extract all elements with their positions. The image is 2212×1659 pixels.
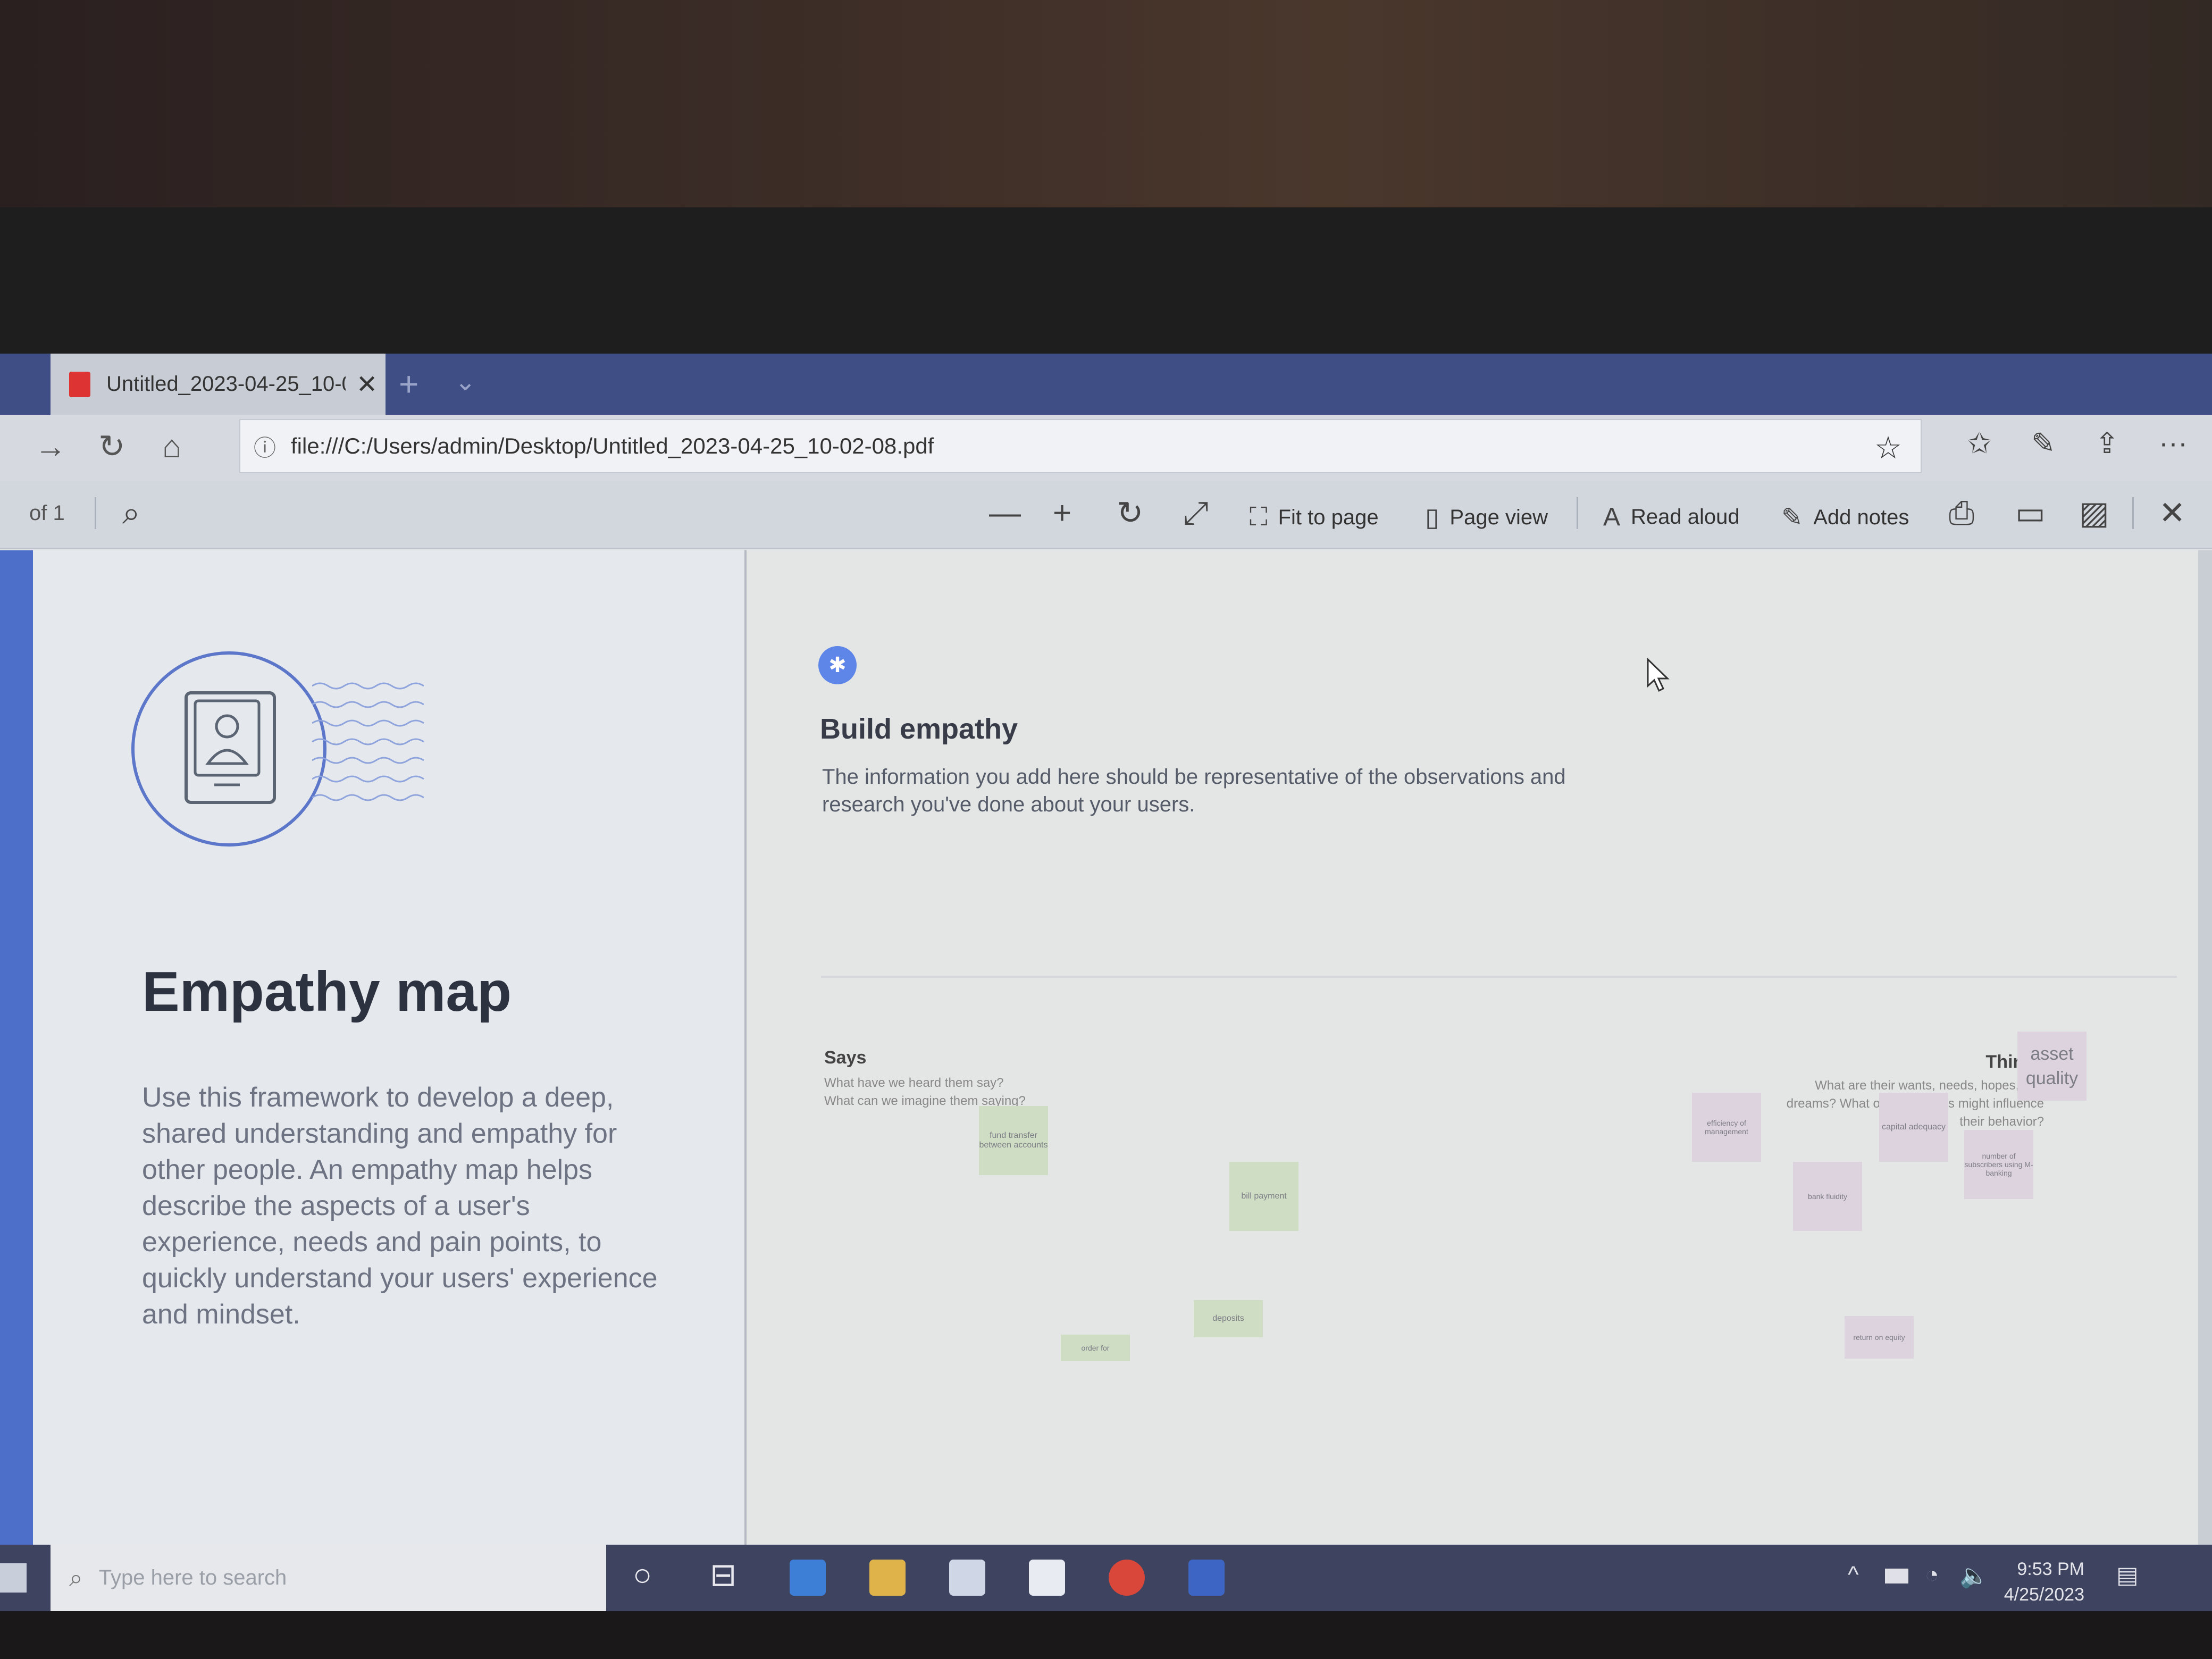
file-explorer-icon[interactable] — [869, 1560, 906, 1596]
chrome-icon[interactable] — [1109, 1560, 1145, 1596]
edge-browser-icon[interactable] — [790, 1560, 826, 1596]
sticky-note[interactable]: bill payment — [1229, 1162, 1298, 1231]
clock-date: 4/25/2023 — [2004, 1585, 2084, 1605]
sticky-note[interactable]: bank fluidity — [1793, 1162, 1862, 1231]
clock-time: 9:53 PM — [2017, 1559, 2084, 1579]
cortana-icon[interactable]: ○ — [633, 1556, 652, 1593]
toolbar-divider — [1577, 497, 1578, 529]
sticky-note[interactable]: efficiency of management — [1692, 1093, 1761, 1162]
notification-icon[interactable]: ▤ — [2116, 1562, 2139, 1589]
zoom-in-icon[interactable]: + — [1053, 495, 1071, 531]
page-count: of 1 — [29, 501, 65, 525]
home-icon[interactable]: ⌂ — [162, 428, 181, 465]
pdf-content: Empathy map Use this framework to develo… — [0, 550, 2212, 1545]
fit-to-page-button[interactable]: ⛶ Fit to page — [1250, 502, 1379, 532]
fit-icon: ⛶ — [1250, 503, 1268, 531]
store-icon[interactable] — [949, 1560, 985, 1596]
save-as-icon[interactable]: ▨ — [2079, 495, 2109, 532]
new-tab-icon[interactable]: + — [399, 364, 418, 404]
favorites-icon[interactable]: ✩ — [1967, 426, 1991, 460]
sticky-note[interactable]: order for — [1061, 1335, 1130, 1361]
pen-icon[interactable]: ✎ — [2031, 426, 2055, 460]
show-hidden-icons[interactable]: ^ — [1848, 1562, 1859, 1588]
user-profile-icon — [185, 691, 276, 804]
page-description: Use this framework to develop a deep, sh… — [142, 1082, 658, 1330]
url-text[interactable]: file:///C:/Users/admin/Desktop/Untitled_… — [291, 433, 934, 459]
pdf-icon — [69, 371, 90, 397]
taskbar-search-input[interactable]: ⌕ Type here to search — [51, 1545, 606, 1611]
favorite-star-icon[interactable]: ☆ — [1874, 430, 1902, 466]
sticky-note[interactable]: deposits — [1194, 1300, 1263, 1337]
toolbar-divider — [95, 497, 96, 529]
left-panel: Empathy map Use this framework to develo… — [33, 550, 747, 1545]
taskbar: ⌕ Type here to search ○ ⊟ ^ ◔ 🔈 9:53 PM … — [0, 1545, 2212, 1611]
search-icon[interactable]: ⌕ — [122, 495, 140, 532]
add-notes-label: Add notes — [1813, 505, 1909, 529]
sticky-note[interactable]: number of subscribers using M-banking — [1964, 1130, 2033, 1199]
add-notes-button[interactable]: ✎ Add notes — [1781, 502, 1909, 532]
laptop-bottom-bezel — [0, 1611, 2212, 1659]
says-question-1: What have we heard them say? — [824, 1076, 1004, 1090]
refresh-icon[interactable]: ↻ — [98, 428, 125, 465]
sticky-note[interactable]: fund transfer between accounts — [979, 1106, 1048, 1175]
tab-title: Untitled_2023-04-25_10-02-08.pdf — [106, 372, 346, 396]
print-icon[interactable]: ⎙ — [1949, 495, 1974, 532]
add-notes-icon: ✎ — [1781, 504, 1803, 532]
side-accent-strip — [0, 550, 33, 1545]
address-bar[interactable]: ⓘ file:///C:/Users/admin/Desktop/Untitle… — [239, 419, 1922, 473]
word-icon[interactable] — [1188, 1560, 1225, 1596]
photo-background — [0, 0, 2212, 213]
page-title: Empathy map — [142, 960, 512, 1023]
info-icon[interactable]: ⓘ — [254, 430, 276, 463]
forward-icon[interactable]: → — [35, 428, 66, 465]
page-view-label: Page view — [1449, 505, 1548, 529]
volume-icon[interactable]: 🔈 — [1959, 1562, 1989, 1589]
read-aloud-label: Read aloud — [1631, 505, 1740, 529]
close-icon[interactable]: ✕ — [356, 370, 378, 399]
search-icon: ⌕ — [69, 1563, 83, 1591]
zoom-out-icon[interactable]: — — [989, 495, 1021, 531]
tab-bar: Untitled_2023-04-25_10-02-08.pdf ✕ + ⌄ — [0, 354, 2212, 415]
browser-tab[interactable]: Untitled_2023-04-25_10-02-08.pdf ✕ — [51, 354, 386, 415]
pdf-toolbar: of 1 ⌕ — + ↻ ⤢ ⛶ Fit to page ▯ Page view… — [0, 481, 2212, 549]
fullscreen-icon[interactable]: ⤢ — [1183, 495, 1209, 532]
sparkle-icon: ✱ — [818, 646, 857, 684]
laptop-bezel — [0, 207, 2212, 504]
empathy-canvas: ✱ Build empathy The information you add … — [747, 550, 2198, 1545]
mouse-cursor-icon — [1647, 657, 1670, 692]
rotate-icon[interactable]: ↻ — [1117, 495, 1143, 532]
sticky-note[interactable]: return on equity — [1845, 1316, 1914, 1359]
windows-start-icon[interactable] — [0, 1563, 27, 1593]
page-icon: ▯ — [1425, 504, 1439, 532]
task-view-icon[interactable]: ⊟ — [710, 1556, 736, 1594]
says-subtitle: What have we heard them say? What can we… — [824, 1074, 1143, 1110]
wifi-icon[interactable]: ◔ — [1925, 1562, 1939, 1588]
search-placeholder: Type here to search — [98, 1566, 287, 1589]
toolbar-divider — [2132, 497, 2134, 529]
sticky-note[interactable]: asset quality — [2017, 1032, 2087, 1101]
clock[interactable]: 9:53 PM 4/25/2023 — [1999, 1556, 2084, 1607]
battery-icon[interactable] — [1885, 1569, 1908, 1583]
section-description: The information you add here should be r… — [822, 765, 1566, 816]
read-aloud-button[interactable]: A Read aloud — [1603, 502, 1740, 532]
fit-to-page-label: Fit to page — [1278, 505, 1379, 529]
save-icon[interactable]: ▭ — [2015, 495, 2046, 532]
more-icon[interactable]: ··· — [2159, 426, 2188, 459]
tab-list-icon[interactable]: ⌄ — [455, 367, 476, 397]
page-view-button[interactable]: ▯ Page view — [1425, 502, 1548, 532]
says-title: Says — [824, 1048, 867, 1068]
section-heading: Build empathy — [820, 713, 1018, 745]
pin-toolbar-icon[interactable]: ✕ — [2159, 495, 2185, 532]
address-row: → ↻ ⌂ ⓘ file:///C:/Users/admin/Desktop/U… — [0, 415, 2212, 481]
wave-pattern-icon — [312, 682, 424, 801]
mail-icon[interactable] — [1029, 1560, 1065, 1596]
section-divider — [821, 976, 2177, 978]
share-icon[interactable]: ⇪ — [2095, 426, 2119, 460]
screen: Untitled_2023-04-25_10-02-08.pdf ✕ + ⌄ →… — [0, 354, 2212, 1611]
read-aloud-icon: A — [1603, 503, 1621, 531]
sticky-note[interactable]: capital adequacy — [1879, 1093, 1948, 1162]
